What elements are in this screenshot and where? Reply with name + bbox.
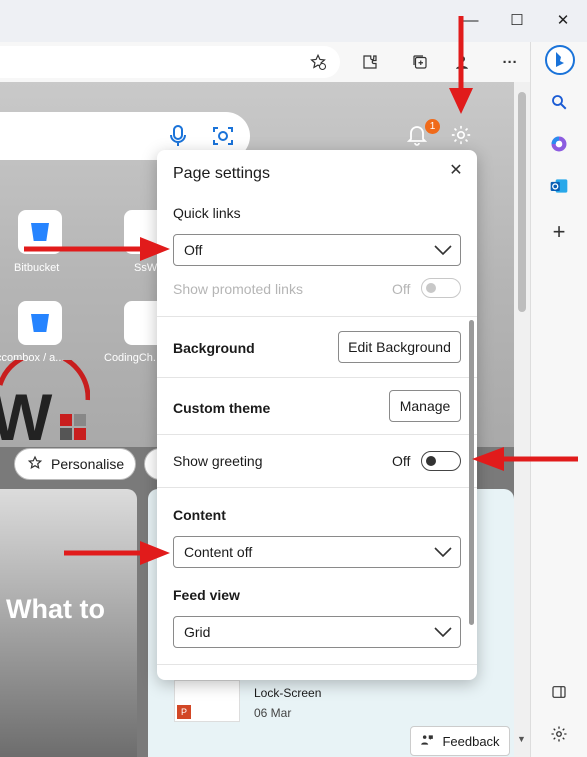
svg-text:W: W [0, 380, 53, 450]
feed-view-label: Feed view [173, 587, 240, 603]
settings-icon[interactable] [545, 720, 573, 748]
feed-card-date: 06 Mar [254, 706, 292, 720]
chevron-down-icon [434, 245, 452, 256]
quick-link-label: CodingCh... [104, 352, 163, 364]
divider [157, 316, 477, 317]
greeting-state: Off [392, 453, 411, 469]
show-greeting-toggle[interactable] [421, 451, 461, 471]
feedback-button[interactable]: Feedback [410, 726, 510, 756]
annotation-arrow-quick-links [24, 237, 170, 261]
background-label: Background [173, 340, 255, 356]
page-settings-gear-icon[interactable] [450, 124, 472, 151]
close-panel-button[interactable]: ✕ [445, 160, 467, 182]
copilot-icon[interactable] [544, 44, 576, 76]
chevron-down-icon [434, 547, 452, 558]
page-scrollbar-thumb[interactable] [518, 92, 526, 312]
panel-title: Page settings [173, 165, 270, 182]
content-value: Content off [184, 544, 253, 560]
promoted-links-state: Off [392, 281, 411, 297]
divider [157, 434, 477, 435]
collections-icon[interactable] [408, 50, 432, 74]
microphone-icon[interactable] [170, 125, 186, 152]
feedback-label: Feedback [442, 733, 500, 749]
annotation-arrow-content [64, 541, 170, 565]
annotation-arrow-gear [449, 16, 473, 114]
powerpoint-icon: P [177, 705, 191, 719]
divider [157, 377, 477, 378]
feed-card-thumbnail[interactable]: P [174, 680, 240, 722]
quick-link-ccombox[interactable] [18, 301, 62, 345]
close-window-button[interactable]: ✕ [548, 6, 578, 36]
annotation-arrow-greeting [472, 447, 578, 471]
personalise-icon [27, 455, 43, 474]
feed-view-value: Grid [184, 624, 211, 640]
promoted-links-toggle[interactable] [421, 278, 461, 298]
notifications-bell-icon[interactable] [406, 124, 428, 151]
divider [157, 487, 477, 488]
manage-theme-button[interactable]: Manage [389, 390, 461, 422]
quick-links-label: Quick links [173, 205, 241, 221]
custom-theme-label: Custom theme [173, 400, 271, 416]
personalise-button[interactable]: Personalise [14, 448, 136, 480]
visual-search-icon[interactable] [212, 125, 234, 152]
feed-headline[interactable]: What to [6, 594, 105, 625]
add-icon[interactable]: + [545, 218, 573, 246]
chevron-down-icon [434, 627, 452, 638]
edge-sidebar: + [530, 42, 587, 757]
address-bar[interactable] [0, 46, 340, 78]
outlook-icon[interactable] [545, 172, 573, 200]
bitbucket-icon [31, 314, 49, 332]
favorite-add-icon[interactable] [306, 50, 330, 74]
sidebar-toggle-icon[interactable] [545, 678, 573, 706]
scroll-down-icon[interactable]: ▼ [517, 734, 526, 744]
feed-card-title[interactable]: Lock-Screen [254, 686, 321, 700]
notification-badge: 1 [425, 119, 440, 134]
title-bar: — ☐ ✕ [0, 0, 587, 42]
quick-links-value: Off [184, 242, 203, 258]
copilot-app-icon[interactable] [545, 130, 573, 158]
show-greeting-label: Show greeting [173, 453, 263, 469]
edit-background-button[interactable]: Edit Background [338, 331, 461, 363]
extensions-icon[interactable] [358, 50, 382, 74]
promoted-links-label: Show promoted links [173, 281, 303, 297]
content-select[interactable]: Content off [173, 536, 461, 568]
quick-links-select[interactable]: Off [173, 234, 461, 266]
feed-view-select[interactable]: Grid [173, 616, 461, 648]
search-icon[interactable] [545, 88, 573, 116]
page-settings-panel: Page settings ✕ Quick links Off Show pro… [157, 150, 477, 680]
content-label: Content [173, 507, 226, 523]
site-logo: W [0, 350, 91, 454]
maximize-button[interactable]: ☐ [502, 6, 532, 36]
feedback-icon [420, 733, 434, 750]
more-icon[interactable]: ··· [498, 50, 522, 74]
page-scrollbar[interactable]: ▼ [514, 82, 530, 757]
personalise-label: Personalise [51, 456, 125, 472]
divider [157, 664, 477, 665]
